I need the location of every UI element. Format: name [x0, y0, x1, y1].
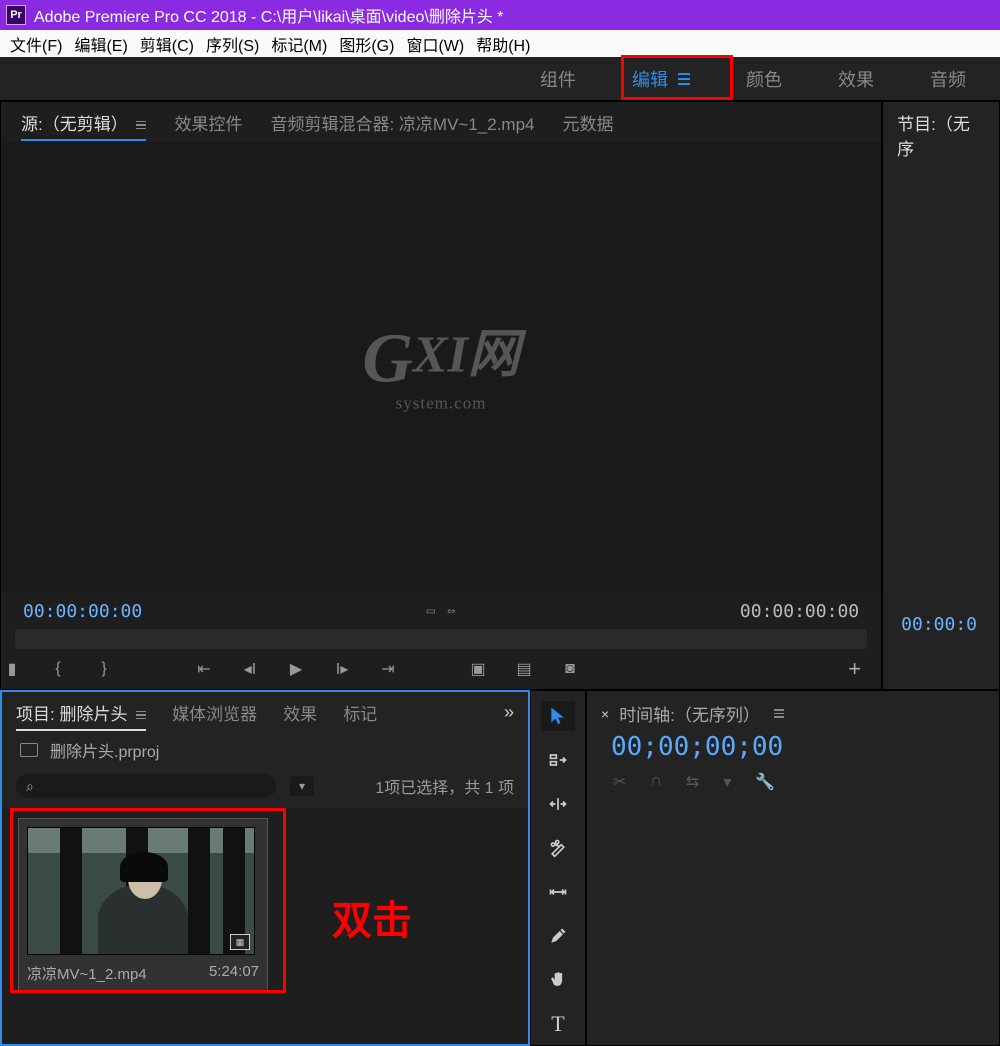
window-title: Adobe Premiere Pro CC 2018 - C:\用户\likai… — [34, 3, 504, 27]
program-timecode-left[interactable]: 00:00:0 — [901, 614, 977, 635]
goto-in-button[interactable]: ⇤ — [193, 658, 215, 680]
filter-bin-icon[interactable]: ▾ — [290, 776, 314, 796]
panel-menu-icon[interactable] — [136, 711, 146, 720]
tab-source[interactable]: 源:（无剪辑） — [21, 110, 146, 135]
app-icon: Pr — [6, 5, 26, 25]
tab-markers[interactable]: 标记 — [343, 700, 377, 725]
menu-file[interactable]: 文件(F) — [6, 30, 66, 58]
overwrite-button[interactable]: ▤ — [513, 658, 535, 680]
source-timecode-left[interactable]: 00:00:00:00 — [23, 601, 142, 622]
tab-timeline[interactable]: 时间轴:（无序列） — [619, 701, 760, 726]
selection-info: 1项已选择，共 1 项 — [375, 774, 514, 798]
workspace-effects[interactable]: 效果 — [810, 57, 902, 101]
source-transport: ▮ { } ⇤ ◂I ▶ I▸ ⇥ ▣ ▤ ◙ + — [1, 649, 881, 689]
menu-help[interactable]: 帮助(H) — [472, 30, 534, 58]
ripple-edit-tool[interactable] — [541, 789, 575, 819]
selection-tool[interactable] — [541, 701, 575, 731]
pen-tool[interactable] — [541, 921, 575, 951]
source-monitor-view[interactable]: GXI网 system.com — [1, 142, 881, 593]
workspace-audio[interactable]: 音频 — [902, 57, 994, 101]
clip-item[interactable]: ▦ 凉凉MV~1_2.mp4 5:24:07 — [18, 818, 268, 993]
close-timeline-icon[interactable]: × — [601, 706, 609, 722]
type-tool[interactable]: T — [541, 1009, 575, 1039]
workspace-menu-icon[interactable] — [678, 73, 690, 85]
tab-effect-controls[interactable]: 效果控件 — [174, 110, 242, 135]
video-clip-icon: ▦ — [230, 934, 250, 950]
source-scrub-bar[interactable] — [15, 629, 867, 649]
menu-marker[interactable]: 标记(M) — [267, 30, 331, 58]
tools-panel: T — [530, 690, 586, 1046]
menu-graphics[interactable]: 图形(G) — [335, 30, 398, 58]
project-panel: 项目: 删除片头 媒体浏览器 效果 标记 » 删除片头.prproj ⌕ ▾ 1… — [0, 690, 530, 1046]
marker-add-icon[interactable]: ▾ — [723, 772, 731, 792]
annotation-double-click-label: 双击 — [332, 888, 412, 946]
clip-duration: 5:24:07 — [209, 963, 259, 984]
watermark: GXI网 system.com — [362, 324, 519, 411]
hand-tool[interactable] — [541, 965, 575, 995]
insert-button[interactable]: ▣ — [467, 658, 489, 680]
mark-in-button[interactable]: { — [47, 658, 69, 680]
timeline-panel: × 时间轴:（无序列） 00;00;00;00 ✂ ∩ ⇆ ▾ 🔧 — [586, 690, 1000, 1046]
play-button[interactable]: ▶ — [285, 658, 307, 680]
source-panel-tabs: 源:（无剪辑） 效果控件 音频剪辑混合器: 凉凉MV~1_2.mp4 元数据 — [1, 102, 881, 142]
fit-icon[interactable]: ▭ — [427, 603, 435, 619]
workspace-assembly[interactable]: 组件 — [512, 57, 604, 101]
menu-edit[interactable]: 编辑(E) — [70, 30, 131, 58]
tab-project[interactable]: 项目: 删除片头 — [16, 700, 146, 725]
slip-tool[interactable] — [541, 877, 575, 907]
link-icon[interactable]: ⇆ — [686, 772, 699, 792]
zoom-icon[interactable]: ⇔ — [447, 603, 455, 619]
tab-media-browser[interactable]: 媒体浏览器 — [172, 700, 257, 725]
panel-menu-icon[interactable] — [774, 709, 784, 718]
tab-metadata[interactable]: 元数据 — [563, 110, 614, 135]
folder-icon — [20, 743, 38, 757]
workspace-bar: 组件 编辑 颜色 效果 音频 — [0, 57, 1000, 101]
overflow-chevron-icon[interactable]: » — [504, 702, 514, 723]
source-timecode-right: 00:00:00:00 — [740, 601, 859, 622]
tab-effects-panel[interactable]: 效果 — [283, 700, 317, 725]
clip-thumbnail[interactable]: ▦ — [27, 827, 255, 955]
workspace-editing[interactable]: 编辑 — [604, 57, 718, 101]
razor-tool[interactable] — [541, 833, 575, 863]
workspace-color[interactable]: 颜色 — [718, 57, 810, 101]
source-monitor-panel: 源:（无剪辑） 效果控件 音频剪辑混合器: 凉凉MV~1_2.mp4 元数据 G… — [0, 101, 882, 690]
project-filepath: 删除片头.prproj — [2, 732, 528, 768]
marker-button[interactable]: ▮ — [1, 658, 23, 680]
project-panel-tabs: 项目: 删除片头 媒体浏览器 效果 标记 » — [2, 692, 528, 732]
project-bin[interactable]: ▦ 凉凉MV~1_2.mp4 5:24:07 双击 — [2, 808, 528, 1044]
menu-sequence[interactable]: 序列(S) — [202, 30, 263, 58]
timeline-timecode[interactable]: 00;00;00;00 — [601, 726, 985, 772]
timeline-toolbar: ✂ ∩ ⇆ ▾ 🔧 — [601, 772, 985, 792]
clip-name: 凉凉MV~1_2.mp4 — [27, 963, 147, 984]
menu-bar: 文件(F) 编辑(E) 剪辑(C) 序列(S) 标记(M) 图形(G) 窗口(W… — [0, 30, 1000, 57]
track-select-tool[interactable] — [541, 745, 575, 775]
goto-out-button[interactable]: ⇥ — [377, 658, 399, 680]
step-forward-button[interactable]: I▸ — [331, 658, 353, 680]
program-monitor-panel: 节目:（无序 00:00:0 — [882, 101, 1000, 690]
tab-audio-clip-mixer[interactable]: 音频剪辑混合器: 凉凉MV~1_2.mp4 — [270, 110, 534, 135]
panel-menu-icon[interactable] — [136, 121, 146, 130]
menu-window[interactable]: 窗口(W) — [402, 30, 468, 58]
button-editor-plus[interactable]: + — [848, 656, 861, 682]
project-search-input[interactable]: ⌕ — [16, 774, 276, 798]
search-icon: ⌕ — [26, 778, 34, 795]
export-frame-button[interactable]: ◙ — [559, 658, 581, 680]
menu-clip[interactable]: 剪辑(C) — [136, 30, 198, 58]
settings-wrench-icon[interactable]: 🔧 — [755, 772, 775, 792]
mark-out-button[interactable]: } — [93, 658, 115, 680]
snap-icon[interactable]: ✂ — [613, 772, 626, 792]
magnet-icon[interactable]: ∩ — [650, 772, 662, 792]
source-time-row: 00:00:00:00 ▭ ⇔ 00:00:00:00 — [1, 593, 881, 629]
tab-program[interactable]: 节目:（无序 — [883, 102, 999, 168]
title-bar: Pr Adobe Premiere Pro CC 2018 - C:\用户\li… — [0, 0, 1000, 30]
step-back-button[interactable]: ◂I — [239, 658, 261, 680]
